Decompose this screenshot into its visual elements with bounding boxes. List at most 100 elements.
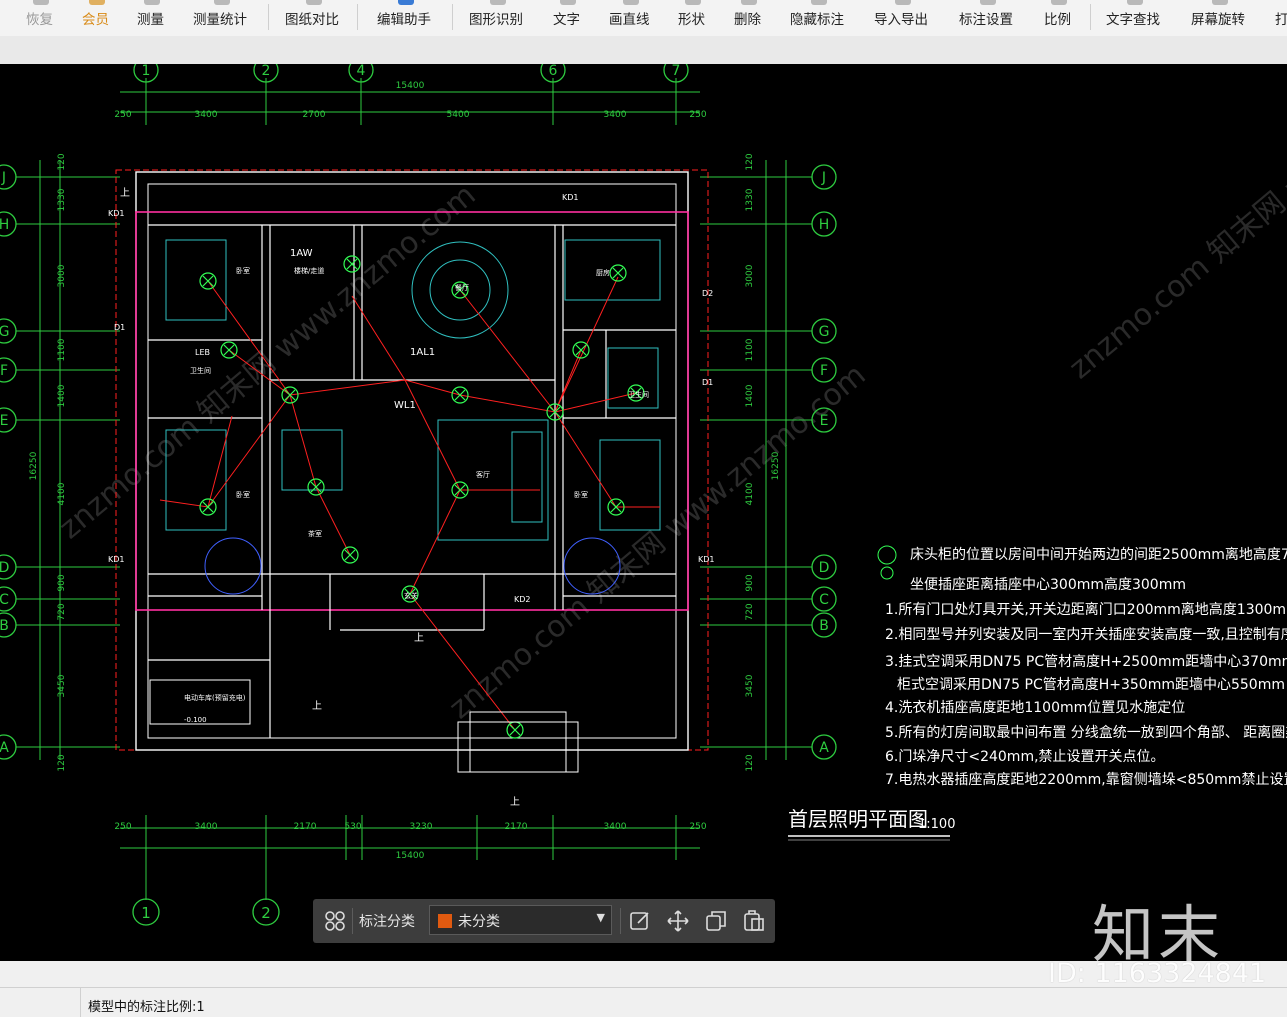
drawing-canvas[interactable]: znzmo.com 知末网 www.znzmo.com znzmo.com 知末… — [0, 64, 1287, 961]
svg-text:厨房: 厨房 — [596, 268, 610, 277]
measure-stats-icon — [214, 0, 230, 5]
compare-icon — [306, 0, 322, 5]
svg-text:15400: 15400 — [396, 851, 425, 861]
axis-letter-left-B: B — [0, 618, 9, 634]
axis-letter-left-A: A — [0, 740, 9, 756]
measure-button[interactable]: 测量 — [137, 8, 164, 28]
light-fixture-icon — [341, 546, 359, 564]
axis-letter-left-C: C — [0, 592, 9, 608]
svg-text:16250: 16250 — [771, 451, 781, 480]
svg-text:2170: 2170 — [294, 822, 317, 832]
light-fixture-icon — [220, 341, 238, 359]
copy-icon[interactable] — [703, 908, 729, 934]
svg-text:1330: 1330 — [57, 188, 67, 211]
light-fixture-icon — [506, 721, 524, 739]
svg-text:3450: 3450 — [745, 674, 755, 697]
shape-recognition-button[interactable]: 图形识别 — [469, 8, 523, 28]
svg-text:1AL1: 1AL1 — [410, 347, 435, 358]
find-text-button[interactable]: 文字查找 — [1106, 8, 1160, 28]
svg-text:1100: 1100 — [57, 338, 67, 361]
svg-text:楼梯/走道: 楼梯/走道 — [294, 266, 324, 275]
text-button[interactable]: 文字 — [553, 8, 580, 28]
grid-icon[interactable] — [322, 908, 348, 934]
svg-text:KD1: KD1 — [108, 209, 125, 218]
shape-icon — [685, 0, 701, 5]
axis-letter-right-E: E — [820, 413, 829, 429]
axis-numbers-top: 1 2 4 6 7 — [142, 64, 681, 79]
svg-text:7.电热水器插座高度距地2200mm,靠窗侧墙垛<850mm: 7.电热水器插座高度距地2200mm,靠窗侧墙垛<850mm禁止设置电热水 — [885, 771, 1287, 788]
svg-text:3400: 3400 — [195, 110, 218, 120]
hide-annotations-button[interactable]: 隐藏标注 — [790, 8, 844, 28]
svg-text:2: 2 — [261, 904, 271, 922]
watermark-logo: 知末 — [1092, 898, 1225, 961]
axis-bubbles-top — [133, 64, 689, 83]
svg-text:1AW: 1AW — [290, 248, 313, 259]
axis-letter-left-G: G — [0, 324, 9, 340]
svg-text:3230: 3230 — [410, 822, 433, 832]
svg-text:5.所有的灯房间取最中间布置 分线盒统一放到四个角部、 距离: 5.所有的灯房间取最中间布置 分线盒统一放到四个角部、 距离圈梁300mm — [885, 724, 1287, 741]
svg-text:7: 7 — [672, 64, 681, 79]
category-select[interactable]: 未分类 ▼ — [429, 905, 612, 935]
svg-text:电动车库(预留充电): 电动车库(预留充电) — [184, 693, 246, 702]
svg-text:2: 2 — [262, 64, 271, 79]
svg-text:530: 530 — [344, 822, 361, 832]
category-label: 标注分类 — [359, 914, 415, 930]
annotation-scale-status: 模型中的标注比例:1 — [88, 1000, 205, 1015]
axis-letter-right-C: C — [819, 592, 829, 608]
svg-text:卫生间: 卫生间 — [628, 390, 649, 399]
svg-text:茶室: 茶室 — [308, 529, 322, 538]
svg-text:上: 上 — [120, 187, 130, 199]
category-select-value: 未分类 — [458, 914, 500, 930]
svg-text:3000: 3000 — [745, 264, 755, 287]
edit-icon[interactable] — [627, 908, 653, 934]
design-notes: 床头柜的位置以房间中间开始两边的间距2500mm离地高度750mm 坐便插座距离… — [877, 545, 1287, 788]
shape-button[interactable]: 形状 — [678, 8, 705, 28]
draw-line-button[interactable]: 画直线 — [609, 8, 650, 28]
svg-text:D1: D1 — [702, 378, 713, 387]
axis-letter-left-D: D — [0, 560, 9, 576]
undo-icon — [33, 0, 49, 5]
vip-button[interactable]: 会员 — [82, 8, 109, 28]
axis-letter-left-H: H — [0, 217, 9, 233]
svg-text:6.门垛净尺寸<240mm,禁止设置开关点位。: 6.门垛净尺寸<240mm,禁止设置开关点位。 — [885, 749, 1165, 765]
axis-bubbles-bottom — [132, 898, 280, 926]
svg-text:1: 1 — [141, 904, 151, 922]
svg-text:2.相同型号并列安装及同一室内开关插座安装高度一致,且控制有: 2.相同型号并列安装及同一室内开关插座安装高度一致,且控制有序不错位。 — [885, 626, 1287, 643]
axis-letter-right-G: G — [819, 324, 830, 340]
svg-text:1400: 1400 — [57, 384, 67, 407]
move-icon[interactable] — [665, 908, 691, 934]
svg-text:WL1: WL1 — [394, 400, 416, 411]
room-labels: 卧室 餐厅 厨房 客厅 卧室 卧室 卫生间 卫生间 茶室 玄关 楼梯/走道 电动… — [184, 266, 649, 724]
scale-button[interactable]: 比例 — [1044, 8, 1071, 28]
redo-button[interactable]: 恢复 — [26, 8, 53, 28]
vip-icon — [89, 0, 105, 5]
light-fixture-icon — [609, 264, 627, 282]
measure-stats-button[interactable]: 测量统计 — [193, 8, 247, 28]
find-text-icon — [1127, 0, 1143, 5]
svg-text:5400: 5400 — [447, 110, 470, 120]
paste-icon[interactable] — [741, 908, 767, 934]
delete-button[interactable]: 删除 — [734, 8, 761, 28]
scale-icon — [1051, 0, 1067, 5]
compare-drawings-button[interactable]: 图纸对比 — [285, 8, 339, 28]
chevron-down-icon: ▼ — [596, 911, 605, 924]
text-icon — [560, 0, 576, 5]
print-button[interactable]: 打 — [1275, 8, 1287, 28]
edit-assistant-icon — [398, 0, 414, 5]
svg-text:3400: 3400 — [604, 822, 627, 832]
rotate-screen-button[interactable]: 屏幕旋转 — [1191, 8, 1245, 28]
svg-text:900: 900 — [57, 574, 67, 591]
shape-recognition-icon — [490, 0, 506, 5]
svg-text:2170: 2170 — [505, 822, 528, 832]
svg-text:4.洗衣机插座高度距地1100mm位置见水施定位: 4.洗衣机插座高度距地1100mm位置见水施定位 — [885, 699, 1185, 716]
annotation-settings-button[interactable]: 标注设置 — [959, 8, 1013, 28]
svg-text:首层照明平面图: 首层照明平面图 — [788, 807, 928, 831]
svg-text:上: 上 — [312, 700, 322, 712]
svg-text:D2: D2 — [702, 289, 713, 298]
edit-assistant-button[interactable]: 编辑助手 — [377, 8, 431, 28]
svg-text:KD1: KD1 — [698, 555, 715, 564]
dimension-texts: 15400 250 3400 2700 5400 3400 250 250 34… — [114, 81, 706, 861]
import-export-button[interactable]: 导入导出 — [874, 8, 928, 28]
svg-text:250: 250 — [689, 822, 706, 832]
drawing-title-block: 首层照明平面图 1:100 — [788, 807, 955, 841]
